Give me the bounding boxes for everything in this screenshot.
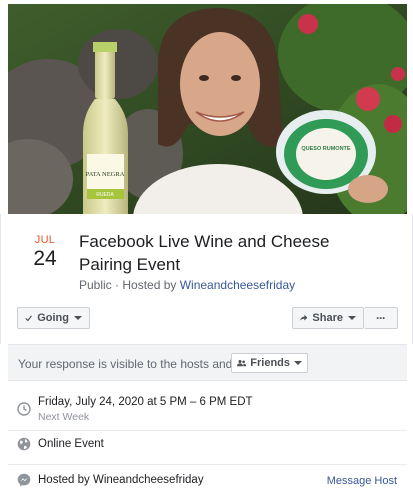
event-date-badge: JUL 24 xyxy=(25,234,65,271)
share-label: Share xyxy=(312,312,343,324)
event-day: 24 xyxy=(33,247,57,270)
svg-text:RUEDA: RUEDA xyxy=(96,192,114,198)
hosted-by-text: Hosted by Wineandcheesefriday xyxy=(38,474,204,486)
event-privacy-host-line: Public · Hosted by Wineandcheesefriday xyxy=(79,278,295,292)
going-button[interactable]: Going xyxy=(17,307,90,329)
globe-icon xyxy=(17,437,31,451)
event-datetime-row[interactable]: Friday, July 24, 2020 at 5 PM – 6 PM EDT… xyxy=(8,394,407,428)
visibility-text: Your response is visible to the hosts an… xyxy=(18,357,233,371)
event-location-row: Online Event xyxy=(8,436,407,460)
event-cover-photo[interactable]: PATA NEGRA RUEDA QUESO RUMONTE xyxy=(8,4,407,214)
more-icon: ··· xyxy=(376,311,386,325)
svg-text:QUESO RUMONTE: QUESO RUMONTE xyxy=(301,146,351,152)
response-visibility-bar: Your response is visible to the hosts an… xyxy=(8,344,407,381)
event-month: JUL xyxy=(34,234,56,246)
share-button[interactable]: Share xyxy=(292,307,364,329)
event-host-row: Hosted by Wineandcheesefriday Message Ho… xyxy=(8,472,407,496)
clock-icon xyxy=(17,402,31,416)
message-host-link[interactable]: Message Host xyxy=(327,475,397,487)
event-location: Online Event xyxy=(38,438,104,450)
chevron-down-icon xyxy=(348,316,356,320)
chevron-down-icon xyxy=(294,361,302,365)
chevron-down-icon xyxy=(74,316,82,320)
friends-icon xyxy=(237,360,247,367)
going-label: Going xyxy=(37,312,69,324)
checkmark-icon xyxy=(25,315,32,322)
divider xyxy=(8,464,407,465)
event-title: Facebook Live Wine and Cheese Pairing Ev… xyxy=(79,232,330,274)
event-privacy: Public · Hosted by xyxy=(79,278,180,292)
event-datetime: Friday, July 24, 2020 at 5 PM – 6 PM EDT xyxy=(38,396,253,408)
host-link[interactable]: Wineandcheesefriday xyxy=(180,278,295,292)
audience-label: Friends xyxy=(250,357,290,369)
event-details: Friday, July 24, 2020 at 5 PM – 6 PM EDT… xyxy=(8,382,407,500)
more-options-button[interactable]: ··· xyxy=(364,307,398,329)
messenger-icon xyxy=(17,473,31,487)
event-relative-time: Next Week xyxy=(38,411,90,423)
svg-text:PATA NEGRA: PATA NEGRA xyxy=(86,171,125,178)
divider xyxy=(8,430,407,431)
share-arrow-icon xyxy=(300,314,308,321)
event-header: JUL 24 Facebook Live Wine and Cheese Pai… xyxy=(0,214,413,344)
audience-selector-button[interactable]: Friends xyxy=(231,353,308,373)
